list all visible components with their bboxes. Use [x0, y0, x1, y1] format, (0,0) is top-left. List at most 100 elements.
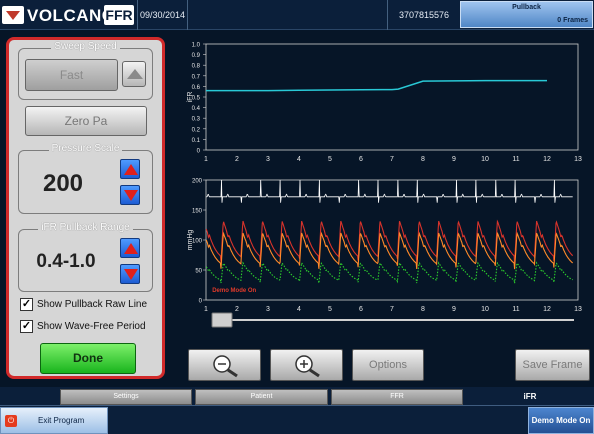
pressure-y-tick-label: 150: [192, 209, 203, 215]
ifr-y-tick-label: 0.6: [192, 85, 201, 91]
triangle-up-icon: [127, 69, 143, 79]
ifr-x-tick-label: 12: [543, 156, 551, 163]
ifr-range-up-button[interactable]: [120, 238, 140, 258]
tab-patient[interactable]: Patient: [195, 389, 328, 405]
ifr-y-tick-label: 1.0: [192, 43, 201, 49]
control-panel: Sweep Speed Fast Zero Pa Pressure Scale …: [6, 37, 165, 379]
frame-slider-handle[interactable]: [211, 312, 233, 328]
ifr-x-tick-label: 4: [297, 156, 301, 163]
sweep-speed-title: Sweep Speed: [51, 41, 120, 52]
exit-program-button[interactable]: ⏻ Exit Program: [0, 407, 108, 434]
top-bar: VOLCANO FFR 09/30/2014 3707815576 Pullba…: [0, 0, 594, 30]
pressure-x-tick-label: 10: [481, 306, 489, 313]
show-pullback-raw-line-option[interactable]: ✓ Show Pullback Raw Line: [20, 298, 160, 312]
pressure-x-tick-label: 2: [235, 306, 239, 313]
ifr-y-tick-label: 0.8: [192, 64, 201, 70]
arrow-up-icon: [124, 243, 138, 254]
pullback-status-button[interactable]: Pullback 0 Frames: [460, 1, 593, 28]
ifr-y-tick-label: 0.2: [192, 127, 201, 133]
ifr-x-tick-label: 10: [481, 156, 489, 163]
tab-ffr[interactable]: FFR: [331, 389, 463, 405]
ifr-range-down-button[interactable]: [120, 264, 140, 284]
pressure-x-tick-label: 9: [452, 306, 456, 313]
arrow-down-icon: [124, 190, 138, 201]
pressure-x-tick-label: 1: [204, 306, 208, 313]
show-wave-free-period-option[interactable]: ✓ Show Wave-Free Period: [20, 320, 160, 334]
ifr-range-value: 0.4-1.0: [36, 251, 96, 272]
pressure-x-tick-label: 3: [266, 306, 270, 313]
ifr-x-tick-label: 2: [235, 156, 239, 163]
ifr-x-tick-label: 11: [512, 156, 519, 163]
pressure-x-tick-label: 4: [297, 306, 301, 313]
pressure-scale-value: 200: [42, 170, 84, 197]
ifr-y-tick-label: 0: [197, 149, 201, 155]
sweep-speed-up-button[interactable]: [122, 61, 146, 87]
pressure-x-tick-label: 12: [543, 306, 551, 313]
ifr-x-tick-label: 13: [574, 156, 582, 163]
pressure-y-tick-label: 50: [195, 269, 202, 275]
ifr-y-tick-label: 0.4: [192, 106, 201, 112]
date-display: 09/30/2014: [137, 0, 187, 30]
ifr-y-tick-label: 0.3: [192, 117, 201, 123]
zoom-out-button[interactable]: [188, 349, 261, 381]
save-frame-button[interactable]: Save Frame: [515, 349, 590, 381]
ifr-x-tick-label: 8: [421, 156, 425, 163]
pressure-y-tick-label: 0: [199, 299, 203, 305]
app-window: VOLCANO FFR 09/30/2014 3707815576 Pullba…: [0, 0, 594, 434]
tab-settings[interactable]: Settings: [60, 389, 192, 405]
pressure-x-tick-label: 11: [512, 306, 519, 313]
pressure-x-tick-label: 13: [574, 306, 582, 313]
pressure-scale-group: Pressure Scale 200: [18, 143, 153, 214]
tab-ifr[interactable]: iFR: [466, 389, 594, 405]
zoom-out-icon: [212, 355, 238, 378]
done-button[interactable]: Done: [40, 343, 136, 374]
show-pullback-raw-line-label: Show Pullback Raw Line: [37, 299, 148, 310]
pressure-x-tick-label: 7: [390, 306, 394, 313]
patient-id-display: 3707815576: [387, 0, 460, 30]
zoom-in-button[interactable]: [270, 349, 343, 381]
pressure-x-tick-label: 6: [359, 306, 363, 313]
show-wave-free-period-label: Show Wave-Free Period: [37, 321, 146, 332]
volcano-logo-icon: [2, 6, 24, 24]
brand-name: VOLCANO: [27, 6, 116, 25]
product-name: FFR: [104, 5, 134, 25]
arrow-down-icon: [124, 269, 138, 280]
ifr-y-tick-label: 0.7: [192, 74, 201, 80]
ifr-x-tick-label: 6: [359, 156, 363, 163]
demo-mode-annotation: Demo Mode On: [212, 288, 256, 294]
ifr-x-tick-label: 7: [390, 156, 394, 163]
ifr-x-tick-label: 1: [204, 156, 208, 163]
zero-pa-button[interactable]: Zero Pa: [25, 106, 147, 136]
ifr-range-title: iFR Pullback Range: [38, 222, 133, 233]
demo-mode-button[interactable]: Demo Mode On: [528, 407, 594, 434]
options-button[interactable]: Options: [352, 349, 424, 381]
sweep-speed-group: Sweep Speed Fast: [18, 41, 153, 100]
ifr-y-tick-label: 0.1: [192, 138, 201, 144]
logo: VOLCANO FFR: [2, 3, 136, 27]
sweep-speed-value[interactable]: Fast: [25, 59, 118, 91]
ifr-range-group: iFR Pullback Range 0.4-1.0: [18, 222, 153, 292]
ifr-x-tick-label: 3: [266, 156, 270, 163]
pressure-scale-down-button[interactable]: [120, 185, 140, 205]
pressure-y-axis-label: mmHg: [187, 230, 194, 251]
pressure-x-tick-label: 5: [328, 306, 332, 313]
arrow-up-icon: [124, 164, 138, 175]
pressure-y-tick-label: 200: [192, 179, 203, 185]
show-pullback-raw-line-checkbox[interactable]: ✓: [20, 298, 33, 311]
frames-count: 0 Frames: [557, 17, 588, 24]
ifr-x-tick-label: 5: [328, 156, 332, 163]
ifr-plot-frame: [205, 43, 579, 151]
pressure-x-tick-label: 8: [421, 306, 425, 313]
patient-name-display: [187, 0, 387, 30]
power-icon: ⏻: [5, 415, 17, 427]
pullback-label: Pullback: [512, 4, 541, 11]
show-wave-free-period-checkbox[interactable]: ✓: [20, 320, 33, 333]
exit-program-label: Exit Program: [38, 416, 85, 425]
ifr-y-axis-label: iFR: [187, 92, 194, 103]
pressure-scale-title: Pressure Scale: [48, 143, 123, 154]
pressure-scale-up-button[interactable]: [120, 159, 140, 179]
ifr-y-tick-label: 0.9: [192, 53, 201, 59]
ifr-chart-area: 00.10.20.30.40.50.60.70.80.91.0iFR1 2 3 4 5 6…: [187, 43, 582, 328]
zoom-in-icon: [294, 355, 320, 378]
ifr-x-tick-label: 9: [452, 156, 456, 163]
